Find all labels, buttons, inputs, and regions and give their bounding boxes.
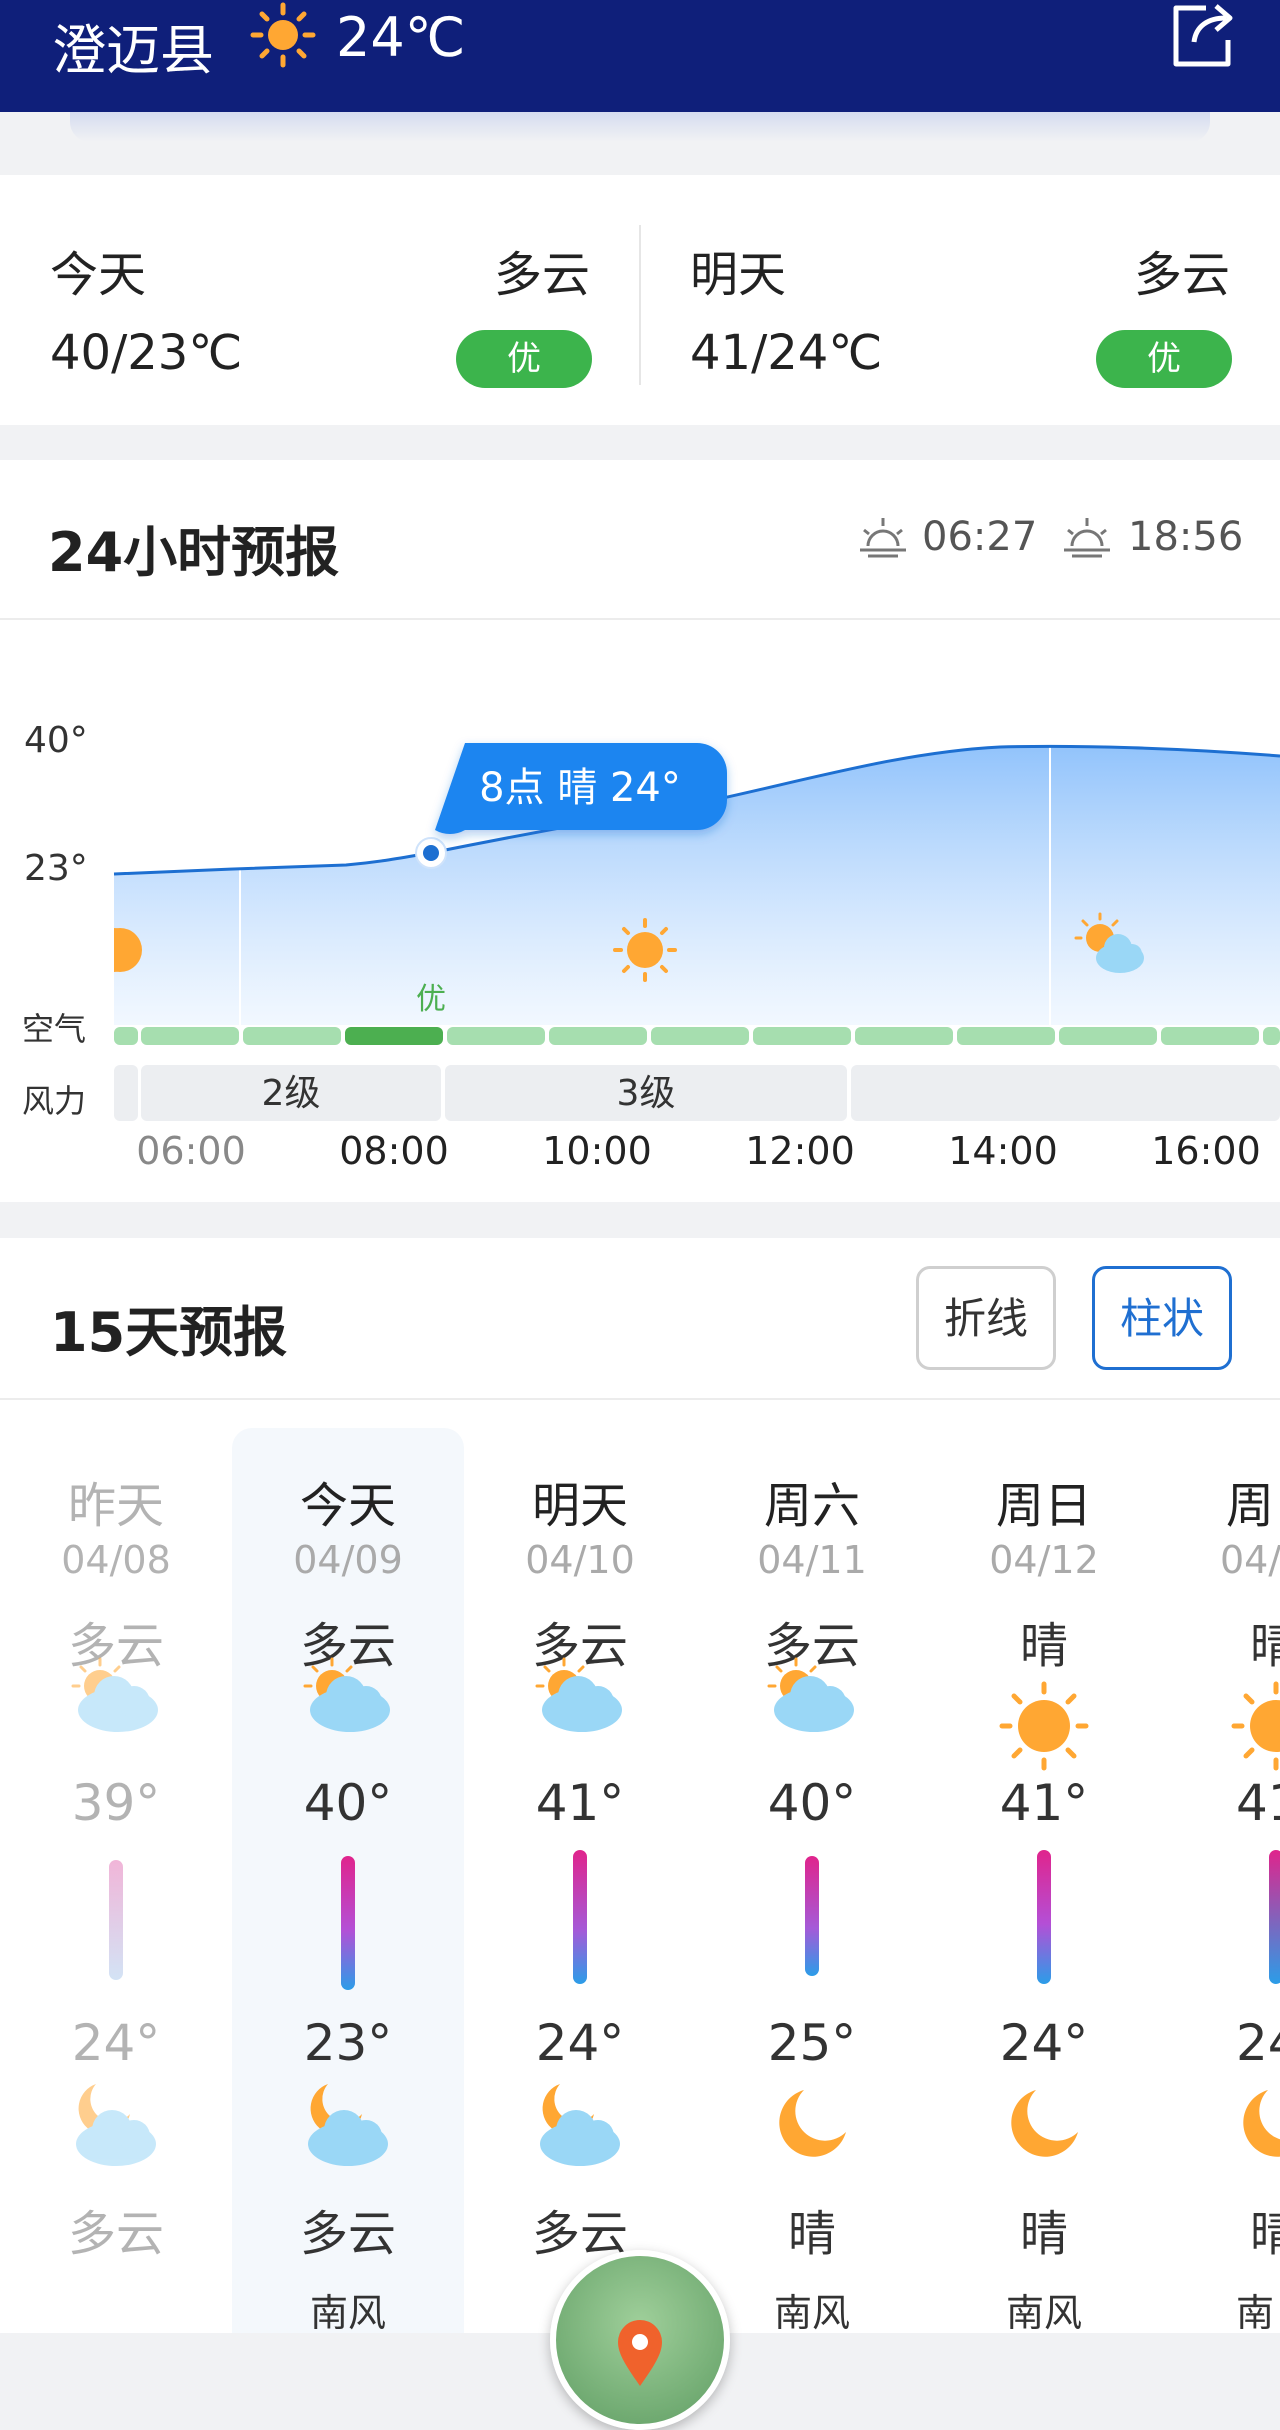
aqi-bar (753, 1027, 851, 1045)
wind-segment-label: 2级 (262, 1073, 321, 1114)
temp-range-bar (1037, 1850, 1051, 1984)
partly-cloudy-icon (535, 1657, 622, 1732)
high-temp: 40° (303, 1774, 393, 1832)
day-column[interactable]: 昨天 04/08 多云 39° 24° 多云 (0, 1238, 232, 2333)
time-label: 12:00 (745, 1129, 855, 1173)
city-name[interactable]: 澄迈县 (52, 6, 214, 85)
aqi-bar (855, 1027, 953, 1045)
wind-segment-label: 3级 (617, 1073, 676, 1114)
hourly-chart[interactable]: 40° 23° 8点 晴 24° 优 空气 风力 2级 3级 06:00 08:… (0, 460, 1280, 1202)
floating-map-button[interactable] (550, 2250, 730, 2430)
time-label: 06:00 (136, 1129, 246, 1173)
header-shadow (70, 112, 1210, 142)
wind-direction: 南风 (1005, 2291, 1082, 2335)
day-column[interactable]: 周日 04/12 晴 41° 24° 晴 南风 (928, 1238, 1160, 2335)
aqi-marker: 优 (416, 982, 446, 1017)
time-label: 10:00 (542, 1129, 652, 1173)
aqi-bar (141, 1027, 239, 1045)
temp-range-bar (109, 1860, 123, 1980)
wind-direction: 南风 (309, 2291, 386, 2335)
wind-segment (114, 1065, 138, 1121)
night-weather: 晴 (1019, 2206, 1068, 2262)
sun-icon (250, 2, 316, 68)
location-pin-icon (618, 2320, 662, 2386)
today-temp-range: 40/23℃ (50, 325, 243, 381)
aqi-bar-row (114, 1027, 1280, 1045)
aqi-bar (243, 1027, 341, 1045)
tooltip-text: 8点 晴 24° (479, 765, 681, 811)
y-max-label: 40° (24, 720, 88, 761)
partly-cloudy-icon (71, 1657, 158, 1732)
high-temp: 40° (767, 1774, 857, 1832)
aqi-bar (114, 1027, 138, 1045)
aqi-bar (957, 1027, 1055, 1045)
high-temp: 41° (535, 1774, 625, 1832)
day-column[interactable]: 周 04/ 晴 41 24 晴 南 (1160, 1238, 1280, 2335)
temp-range-bar (805, 1856, 819, 1976)
today-weather: 多云 (494, 247, 591, 303)
aqi-bar (651, 1027, 749, 1045)
low-temp: 25° (767, 2014, 857, 2072)
night-weather: 晴 (1250, 2206, 1280, 2262)
hourly-forecast-card: 24小时预报 06:27 18:56 40° 23° 8点 晴 24° 优 空气… (0, 460, 1280, 1202)
today-tomorrow-card[interactable]: 今天 多云 40/23℃ 优 明天 多云 41/24℃ 优 (0, 175, 1280, 425)
tomorrow-aqi-badge: 优 (1096, 330, 1232, 388)
temp-range-bar (1269, 1850, 1280, 1984)
aqi-bar (1161, 1027, 1259, 1045)
low-temp: 24° (71, 2014, 161, 2072)
wind-direction: 南 (1236, 2291, 1275, 2335)
low-temp: 23° (303, 2014, 393, 2072)
day-column[interactable]: 今天 04/09 多云 40° 23° 多云 南风 (232, 1238, 464, 2335)
low-temp: 24° (535, 2014, 625, 2072)
high-temp: 41° (999, 1774, 1089, 1832)
moon-icon (1011, 2090, 1078, 2157)
y-min-label: 23° (24, 848, 88, 889)
card-divider (639, 225, 641, 385)
high-temp: 39° (71, 1774, 161, 1832)
today-aqi-badge: 优 (456, 330, 592, 388)
sun-icon (999, 1681, 1089, 1771)
time-label: 16:00 (1151, 1129, 1261, 1173)
cloudy-night-icon (540, 2084, 620, 2166)
temp-range-bar (341, 1856, 355, 1990)
low-temp: 24 (1236, 2014, 1280, 2072)
aqi-bar (1059, 1027, 1157, 1045)
aqi-bar-selected (345, 1027, 443, 1045)
wind-segment (851, 1065, 1280, 1121)
day-column[interactable]: 明天 04/10 多云 41° 24° 多云 南 (464, 1238, 696, 2335)
today-label: 今天 (50, 247, 147, 303)
time-label: 08:00 (339, 1129, 449, 1173)
tomorrow-weather: 多云 (1134, 247, 1231, 303)
partly-cloudy-icon (303, 1657, 390, 1732)
wind-direction: 南风 (773, 2291, 850, 2335)
selected-point-dot (423, 845, 439, 861)
sun-icon (1231, 1681, 1280, 1771)
cloudy-night-icon (76, 2084, 156, 2166)
high-temp: 41 (1236, 1774, 1280, 1832)
moon-icon (1243, 2090, 1280, 2157)
day-column[interactable]: 周六 04/11 多云 40° 25° 晴 南风 (696, 1238, 928, 2335)
top-bar: 澄迈县 24℃ (0, 0, 1280, 112)
air-label: 空气 (22, 1010, 86, 1048)
tomorrow-label: 明天 (690, 247, 787, 303)
aqi-bar (549, 1027, 647, 1045)
night-weather: 晴 (787, 2206, 836, 2262)
partly-cloudy-icon (767, 1657, 854, 1732)
time-label: 14:00 (948, 1129, 1058, 1173)
moon-icon (779, 2090, 846, 2157)
temp-range-bar (573, 1850, 587, 1984)
night-weather: 多云 (67, 2206, 164, 2262)
low-temp: 24° (999, 2014, 1089, 2072)
daily-forecast-card: 15天预报 折线 柱状 昨天 04/08 多云 39° 24° 多云 今天 04… (0, 1238, 1280, 2335)
aqi-bar (1263, 1027, 1280, 1045)
wind-label: 风力 (22, 1082, 86, 1120)
cloudy-night-icon (308, 2084, 388, 2166)
share-icon[interactable] (1166, 0, 1238, 70)
tomorrow-temp-range: 41/24℃ (690, 325, 883, 381)
night-weather: 多云 (299, 2206, 396, 2262)
current-temperature: 24℃ (336, 6, 466, 69)
aqi-bar (447, 1027, 545, 1045)
